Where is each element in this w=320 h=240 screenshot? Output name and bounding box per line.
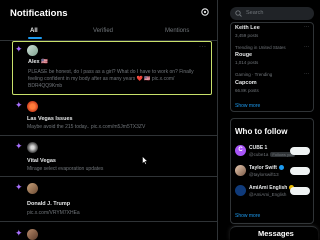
- follow-button[interactable]: [290, 167, 310, 175]
- notifications-header: Notifications: [0, 0, 217, 26]
- notification-text: pic.x.com/VRYM7XHEa: [27, 210, 80, 216]
- trend-meta: 3,459 posts: [235, 33, 259, 38]
- trend-name[interactable]: Keith Lee: [235, 25, 260, 31]
- follow-account-handle: @AmiAmi_English: [249, 192, 287, 197]
- more-options-icon[interactable]: ···: [304, 44, 309, 50]
- notification-item[interactable]: ✦ Las Vegas Issues Maybe avoid the 215 t…: [0, 96, 218, 136]
- notification-author[interactable]: Alex 🇺🇸: [28, 59, 48, 65]
- trends-show-more-link[interactable]: Show more: [235, 103, 260, 109]
- search-input[interactable]: Search: [230, 7, 314, 20]
- trends-panel: Keith Lee ··· 3,459 posts Trending in Un…: [230, 22, 314, 112]
- notification-text: Maybe avoid the 215 today.. pic.x.com/m5…: [27, 124, 146, 130]
- trend-meta: Trending in United States: [235, 45, 286, 50]
- gear-icon[interactable]: [200, 7, 210, 17]
- follow-button[interactable]: [290, 187, 310, 195]
- more-options-icon[interactable]: ···: [304, 71, 309, 77]
- notification-item[interactable]: ✦ ··· Alex 🇺🇸 PLEASE be honest, do I pas…: [12, 41, 212, 95]
- follow-account-handle: @taylorswift13: [249, 172, 279, 177]
- sidebar-right: Search Keith Lee ··· 3,459 posts Trendin…: [218, 0, 320, 240]
- tab-bar: All Verified Mentions: [0, 26, 218, 40]
- trend-meta: Gaming · Trending: [235, 72, 273, 77]
- page-title: Notifications: [10, 8, 68, 19]
- sparkle-icon: ✦: [15, 228, 23, 238]
- sparkle-icon: ✦: [15, 182, 23, 192]
- notification-text-line: feeling confident in my body after as ma…: [28, 76, 175, 82]
- notification-item[interactable]: ✦: [0, 223, 218, 240]
- search-icon: [235, 10, 242, 17]
- active-tab-indicator: [28, 37, 42, 39]
- tab-mentions[interactable]: Mentions: [165, 28, 189, 34]
- who-to-follow-panel: Who to follow C CUBE 1 @cube1a Follows yo…: [230, 118, 314, 224]
- avatar[interactable]: [235, 165, 246, 176]
- search-placeholder: Search: [246, 10, 264, 16]
- notification-text-line: PLEASE be honest, do I pass as a girl? W…: [28, 69, 194, 75]
- avatar[interactable]: [27, 183, 38, 194]
- sparkle-icon: ✦: [15, 141, 23, 151]
- avatar[interactable]: [27, 229, 38, 240]
- follow-account-handle: @cube1a: [249, 152, 269, 157]
- sparkle-icon: ✦: [15, 44, 23, 54]
- trend-meta: 1,014 posts: [235, 60, 259, 65]
- follow-account-name[interactable]: CUBE 1: [249, 145, 267, 151]
- notification-author[interactable]: Las Vegas Issues: [27, 116, 73, 122]
- sparkle-icon: ✦: [15, 100, 23, 110]
- avatar[interactable]: [235, 185, 246, 196]
- avatar[interactable]: [27, 142, 38, 153]
- notification-item[interactable]: ✦ Vital Vegas Mirage select evaporation …: [0, 137, 218, 177]
- notification-text-line: BDR4QQ9Kmb: [28, 83, 63, 89]
- trend-name[interactable]: Rouge: [235, 52, 252, 58]
- notification-item[interactable]: ✦ Donald J. Trump pic.x.com/VRYM7XHEa: [0, 178, 218, 222]
- trend-meta: 66.8K posts: [235, 88, 259, 93]
- more-options-icon[interactable]: ···: [304, 24, 309, 30]
- follow-account-name[interactable]: AmiAmi English: [249, 185, 287, 191]
- who-to-follow-title: Who to follow: [235, 127, 288, 136]
- more-options-icon[interactable]: ···: [199, 44, 207, 50]
- trend-name[interactable]: Capcom: [235, 80, 257, 86]
- tab-all[interactable]: All: [30, 28, 38, 34]
- notification-author[interactable]: Vital Vegas: [27, 158, 56, 164]
- messages-label: Messages: [258, 229, 294, 238]
- verified-badge-icon: [278, 165, 284, 171]
- tab-verified[interactable]: Verified: [93, 28, 113, 34]
- avatar[interactable]: C: [235, 145, 246, 156]
- notification-author[interactable]: Donald J. Trump: [27, 201, 70, 207]
- messages-drawer[interactable]: Messages: [230, 226, 318, 240]
- follow-button[interactable]: [290, 147, 310, 155]
- avatar[interactable]: [27, 45, 38, 56]
- avatar[interactable]: [27, 101, 38, 112]
- follow-show-more-link[interactable]: Show more: [235, 213, 260, 219]
- mouse-cursor-icon: [142, 156, 148, 165]
- notifications-column: Notifications All Verified Mentions ✦ ··…: [0, 0, 218, 240]
- follow-account-name[interactable]: Taylor Swift: [249, 165, 277, 171]
- notification-text: Mirage select evaporation updates: [27, 166, 104, 172]
